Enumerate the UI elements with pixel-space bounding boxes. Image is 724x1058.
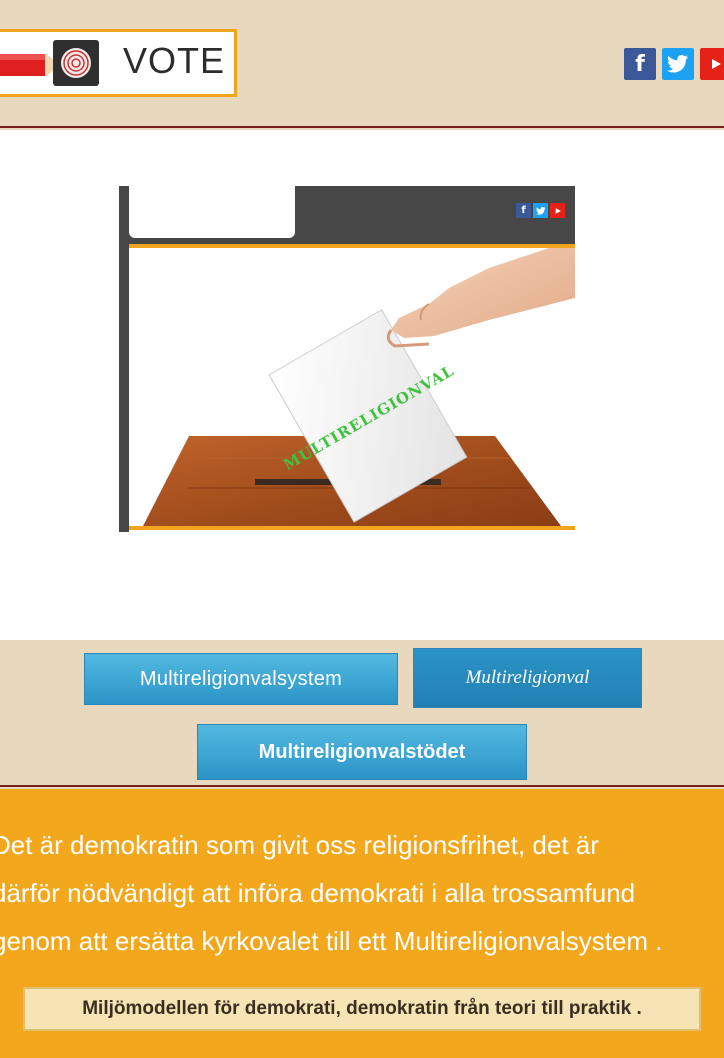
facebook-icon: f: [516, 203, 531, 218]
navigation-buttons: Multireligionvalsystem Multireligionval …: [0, 640, 724, 787]
site-header: VOTE f: [0, 0, 724, 128]
social-links: f: [624, 48, 724, 80]
intro-line-3: genom att ersätta kyrkovalet till ett Mu…: [0, 926, 663, 956]
mini-social-icons: f: [516, 203, 565, 218]
fingerprint-icon: [53, 40, 99, 86]
youtube-icon[interactable]: [700, 48, 724, 80]
ballot-box-image: MULTIRELIGIONVAL: [143, 248, 575, 526]
environment-model-banner[interactable]: Miljömodellen för demokrati, demokratin …: [23, 987, 701, 1031]
ballot-illustration: f MULTIRELIGIONVAL: [119, 186, 575, 532]
frame-bottom-line: [129, 526, 575, 530]
frame-header: f: [119, 186, 575, 246]
intro-line-1: Det är demokratin som givit oss religion…: [0, 830, 599, 860]
youtube-icon: [550, 203, 565, 218]
hero-section: f MULTIRELIGIONVAL: [0, 130, 724, 640]
frame-logo-placeholder: [129, 186, 295, 238]
vote-logo[interactable]: VOTE: [0, 29, 237, 97]
facebook-icon[interactable]: f: [624, 48, 656, 80]
intro-line-2: därför nödvändigt att införa demokrati i…: [0, 878, 636, 908]
intro-paragraph: Det är demokratin som givit oss religion…: [0, 821, 724, 965]
logo-text: VOTE: [123, 40, 226, 81]
multireligionval-button[interactable]: Multireligionval: [413, 648, 642, 708]
frame-left-bar: [119, 246, 129, 532]
twitter-icon: [533, 203, 548, 218]
intro-section: Det är demokratin som givit oss religion…: [0, 789, 724, 1058]
multireligionvalstodet-button[interactable]: Multireligionvalstödet: [197, 724, 527, 780]
twitter-icon[interactable]: [662, 48, 694, 80]
multireligionvalsystem-button[interactable]: Multireligionvalsystem: [84, 653, 398, 705]
